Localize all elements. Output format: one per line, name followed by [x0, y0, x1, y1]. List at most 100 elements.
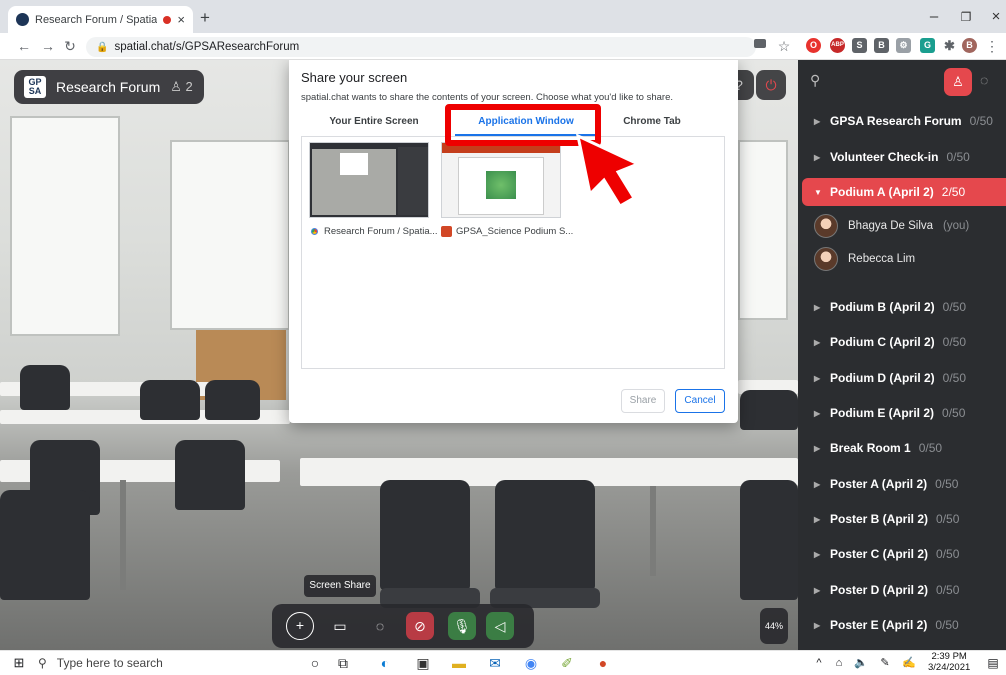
tab-entire-screen[interactable]: Your Entire Screen — [303, 116, 445, 136]
chevron-right-icon: ▶ — [814, 337, 821, 347]
powerpoint-icon — [441, 226, 452, 237]
chevron-right-icon: ▶ — [814, 302, 821, 312]
room-name: Research Forum — [56, 79, 161, 95]
member-bhagya-de-silva[interactable]: Bhagya De Silva (you) — [814, 214, 969, 238]
sidebar-section-podium-e[interactable]: ▶ Podium E (April 2) 0/50 — [802, 399, 1006, 427]
cortana-icon[interactable]: ○ — [304, 652, 326, 674]
browser-tab[interactable]: Research Forum / SpatialCha × — [8, 6, 193, 33]
taskbar-clock[interactable]: 2:39 PM 3/24/2021 — [928, 651, 970, 673]
window-panel — [10, 116, 120, 336]
window-thumbnail-research-forum[interactable] — [309, 142, 429, 218]
chevron-right-icon: ▶ — [814, 549, 821, 559]
task-view-icon[interactable]: ⧉ — [332, 652, 354, 674]
camera-off-icon[interactable]: ⊘ — [406, 612, 434, 640]
notifications-icon[interactable]: ▤ — [982, 652, 1004, 674]
add-icon[interactable]: + — [286, 612, 314, 640]
speaker-icon[interactable]: ◁ — [486, 612, 514, 640]
taskbar-search-box[interactable]: ⚲ Type here to search — [38, 653, 284, 673]
clock-time: 2:39 PM — [931, 651, 967, 662]
cancel-button[interactable]: Cancel — [675, 389, 725, 413]
show-hidden-icons-icon[interactable]: ^ — [808, 652, 830, 674]
reload-icon[interactable]: ↻ — [62, 38, 78, 56]
powerpoint-taskbar-icon[interactable]: ● — [592, 652, 614, 674]
bookmark-star-icon[interactable]: ☆ — [776, 38, 792, 56]
window-label-gpsa-science-podium[interactable]: GPSA_Science Podium S... — [441, 226, 573, 237]
sidebar-section-poster-b[interactable]: ▶ Poster B (April 2) 0/50 — [802, 505, 1006, 533]
url-field[interactable]: 🔒 spatial.chat/s/GPSAResearchForum — [86, 37, 756, 57]
screen-share-tooltip: Screen Share — [304, 575, 376, 597]
browser-menu-icon[interactable]: ⋮ — [984, 38, 1000, 56]
store-icon[interactable]: ▣ — [412, 652, 434, 674]
window-thumbnail-gpsa-science-podium[interactable] — [441, 142, 561, 218]
chevron-right-icon: ▶ — [814, 408, 821, 418]
chevron-right-icon: ▶ — [814, 443, 821, 453]
screen-share-icon[interactable]: ▭ — [326, 612, 354, 640]
sidebar-section-poster-c[interactable]: ▶ Poster C (April 2) 0/50 — [802, 540, 1006, 568]
extension-b-icon[interactable]: B — [874, 38, 889, 53]
zoom-level[interactable]: 44% — [760, 608, 788, 644]
new-tab-button[interactable]: + — [200, 8, 210, 28]
chevron-right-icon: ▶ — [814, 373, 821, 383]
taskbar-search-placeholder: Type here to search — [56, 656, 163, 670]
camera-in-use-icon[interactable] — [754, 39, 766, 48]
thumbnail-preview — [398, 147, 428, 215]
sidebar-section-volunteer-check-in[interactable]: ▶ Volunteer Check-in 0/50 — [802, 143, 1006, 171]
chevron-right-icon: ▶ — [814, 585, 821, 595]
search-icon[interactable]: ⚲ — [810, 72, 820, 89]
extensions-puzzle-icon[interactable]: ✱ — [942, 38, 957, 53]
file-explorer-icon[interactable]: ▬ — [448, 652, 470, 674]
lock-icon: 🔒 — [96, 41, 109, 53]
media-toolbar: + ▭ ◌ ⊘ 🎙 ◁ — [272, 604, 534, 648]
profile-avatar[interactable]: B — [962, 38, 977, 53]
share-button[interactable]: Share — [621, 389, 665, 413]
sidebar-section-poster-d[interactable]: ▶ Poster D (April 2) 0/50 — [802, 576, 1006, 604]
thumbnail-preview — [340, 153, 368, 175]
chair — [140, 380, 200, 420]
pen-icon[interactable]: ✎ — [874, 652, 896, 674]
network-icon[interactable]: ⌂ — [828, 652, 850, 674]
forward-icon[interactable]: → — [40, 38, 56, 56]
volume-icon[interactable]: 🔈 — [850, 652, 872, 674]
extension-s-icon[interactable]: S — [852, 38, 867, 53]
sidebar-section-podium-c[interactable]: ▶ Podium C (April 2) 0/50 — [802, 328, 1006, 356]
room-header: GP SA Research Forum ♙ 2 — [14, 70, 204, 104]
chat-bubble-icon[interactable]: ◌ — [366, 612, 394, 640]
desk-leg — [650, 486, 656, 576]
extension-g-icon[interactable]: G — [920, 38, 935, 53]
avatar — [814, 214, 838, 238]
chevron-right-icon: ▶ — [814, 116, 821, 126]
chair — [175, 440, 245, 510]
close-window-button[interactable]: × — [976, 5, 1006, 29]
window-label-research-forum[interactable]: Research Forum / Spatia... — [309, 226, 438, 237]
adblock-extension-icon[interactable]: ABP — [830, 38, 845, 53]
spatial-chat-app: GP SA Research Forum ♙ 2 ? ⏻ ⚲ ♙ ◌ ▶ GPSA … — [0, 60, 1006, 650]
chair — [495, 480, 595, 590]
avatar — [814, 247, 838, 271]
mail-icon[interactable]: ✉ — [484, 652, 506, 674]
sidebar-section-podium-b[interactable]: ▶ Podium B (April 2) 0/50 — [802, 293, 1006, 321]
tab-close-icon[interactable]: × — [177, 12, 185, 27]
participant-count-value: 2 — [185, 79, 193, 94]
leave-power-icon[interactable]: ⏻ — [756, 70, 786, 100]
ink-workspace-icon[interactable]: ✍ — [898, 652, 920, 674]
paint-icon[interactable]: ✐ — [556, 652, 578, 674]
chrome-taskbar-icon[interactable]: ◉ — [520, 652, 542, 674]
sidebar-section-podium-a[interactable]: ▼ Podium A (April 2) 2/50 — [802, 178, 1006, 206]
extension-puzzle-small-icon[interactable]: ⚙ — [896, 38, 911, 53]
desk-leg — [120, 480, 126, 590]
edge-icon[interactable]: ◐ — [374, 652, 396, 674]
sidebar-section-break-room-1[interactable]: ▶ Break Room 1 0/50 — [802, 434, 1006, 462]
sidebar-section-poster-e[interactable]: ▶ Poster E (April 2) 0/50 — [802, 611, 1006, 639]
sidebar-section-podium-d[interactable]: ▶ Podium D (April 2) 0/50 — [802, 364, 1006, 392]
dialog-subtitle: spatial.chat wants to share the contents… — [301, 92, 673, 103]
chair — [205, 380, 260, 420]
sidebar-section-gpsa-research-forum[interactable]: ▶ GPSA Research Forum 0/50 — [802, 107, 1006, 135]
chat-icon[interactable]: ◌ — [980, 72, 988, 88]
sidebar-section-poster-a[interactable]: ▶ Poster A (April 2) 0/50 — [802, 470, 1006, 498]
windows-start-icon[interactable]: ⊞ — [8, 652, 30, 674]
back-icon[interactable]: ← — [16, 38, 32, 56]
opera-extension-icon[interactable]: O — [806, 38, 821, 53]
member-rebecca-lim[interactable]: Rebecca Lim — [814, 247, 915, 271]
microphone-icon[interactable]: 🎙 — [448, 612, 476, 640]
participants-icon[interactable]: ♙ — [944, 68, 972, 96]
